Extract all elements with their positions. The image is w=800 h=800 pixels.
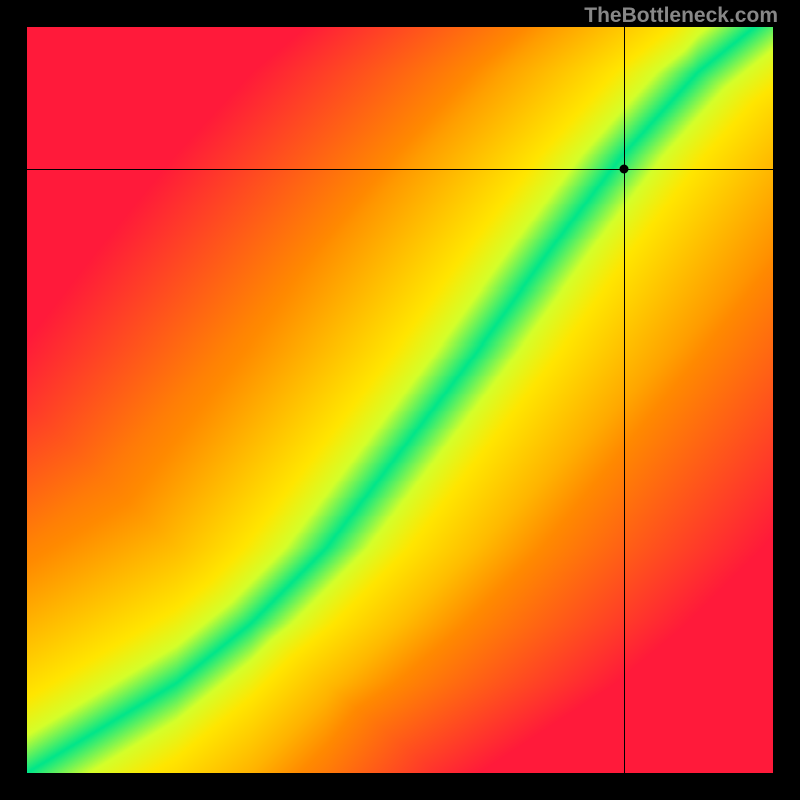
heatmap-plot (27, 27, 773, 773)
watermark-text: TheBottleneck.com (584, 4, 778, 28)
heatmap-canvas (27, 27, 773, 773)
crosshair-horizontal (27, 169, 773, 170)
chart-container: TheBottleneck.com (0, 0, 800, 800)
crosshair-vertical (624, 27, 625, 773)
marker-dot (619, 164, 628, 173)
